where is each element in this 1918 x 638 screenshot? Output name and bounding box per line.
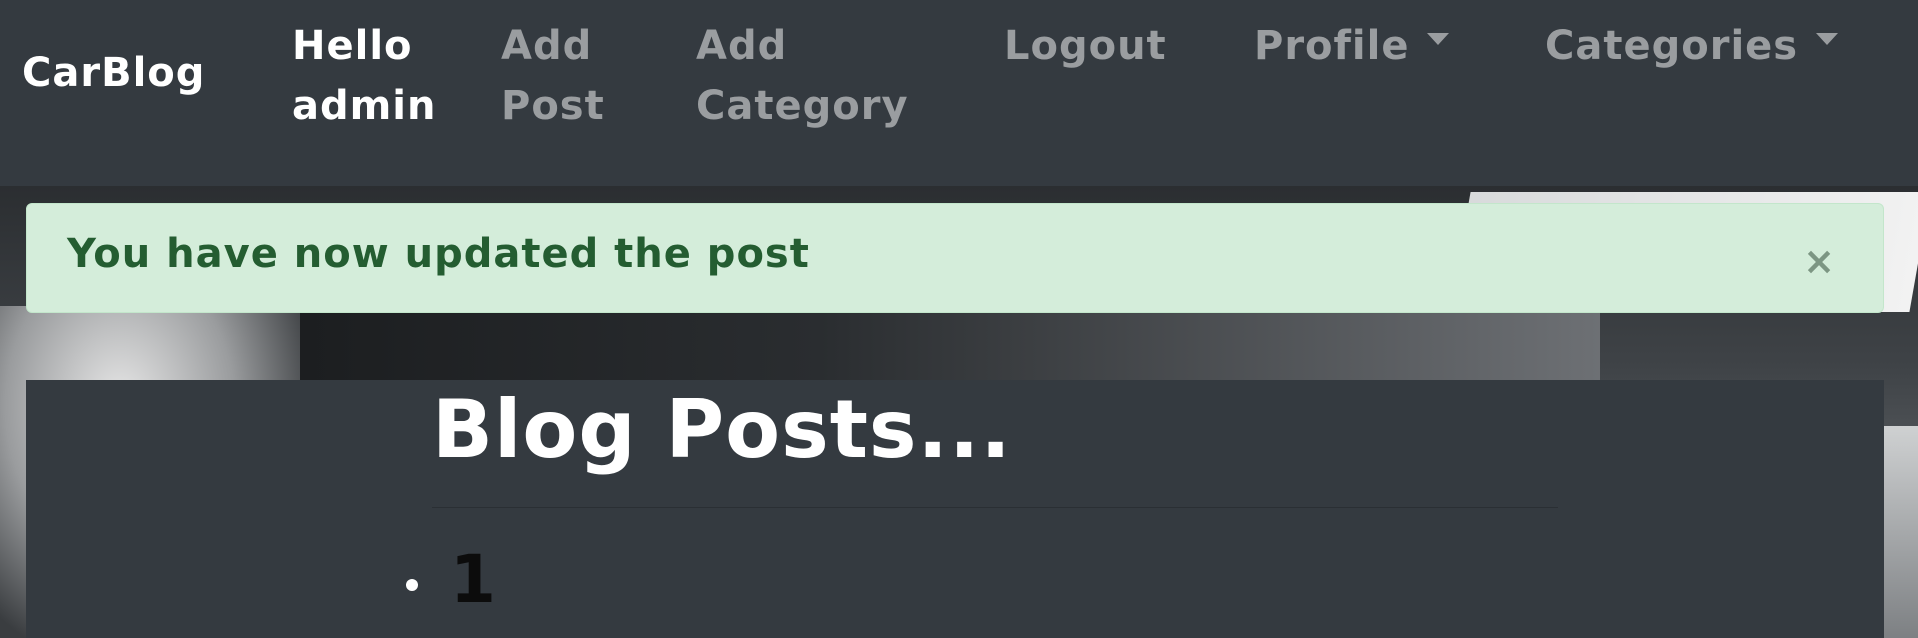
brand-logo[interactable]: CarBlog [22, 50, 205, 96]
nav-logout-link[interactable]: Logout [1004, 16, 1167, 76]
nav-greeting-line2: admin [292, 83, 437, 129]
post-list: 1 [406, 538, 496, 622]
page-title: Blog Posts... [432, 383, 1012, 476]
nav-profile-dropdown[interactable]: Profile [1254, 16, 1450, 76]
nav-profile-label: Profile [1254, 23, 1410, 69]
nav-greeting-line1: Hello [292, 23, 413, 69]
nav-add-category-line1: Add [696, 23, 788, 69]
nav-add-post-link[interactable]: Add Post [501, 16, 605, 136]
nav-categories-label: Categories [1545, 23, 1799, 69]
close-icon[interactable]: × [1803, 242, 1835, 280]
bullet-icon [406, 579, 418, 591]
main-content: Blog Posts... 1 [26, 380, 1884, 638]
alert-message: You have now updated the post [67, 231, 810, 277]
navbar: CarBlog Hello admin Add Post Add Categor… [0, 0, 1918, 186]
caret-down-icon [1427, 33, 1450, 45]
nav-add-post-line1: Add [501, 23, 593, 69]
nav-add-category-link[interactable]: Add Category [696, 16, 909, 136]
success-alert: You have now updated the post × [26, 203, 1884, 313]
caret-down-icon [1816, 33, 1839, 45]
post-label: 1 [450, 541, 496, 618]
list-item[interactable]: 1 [406, 538, 496, 622]
nav-add-post-line2: Post [501, 83, 605, 129]
nav-categories-dropdown[interactable]: Categories [1545, 16, 1839, 76]
divider [432, 507, 1558, 508]
nav-greeting: Hello admin [292, 16, 437, 136]
nav-add-category-line2: Category [696, 83, 909, 129]
